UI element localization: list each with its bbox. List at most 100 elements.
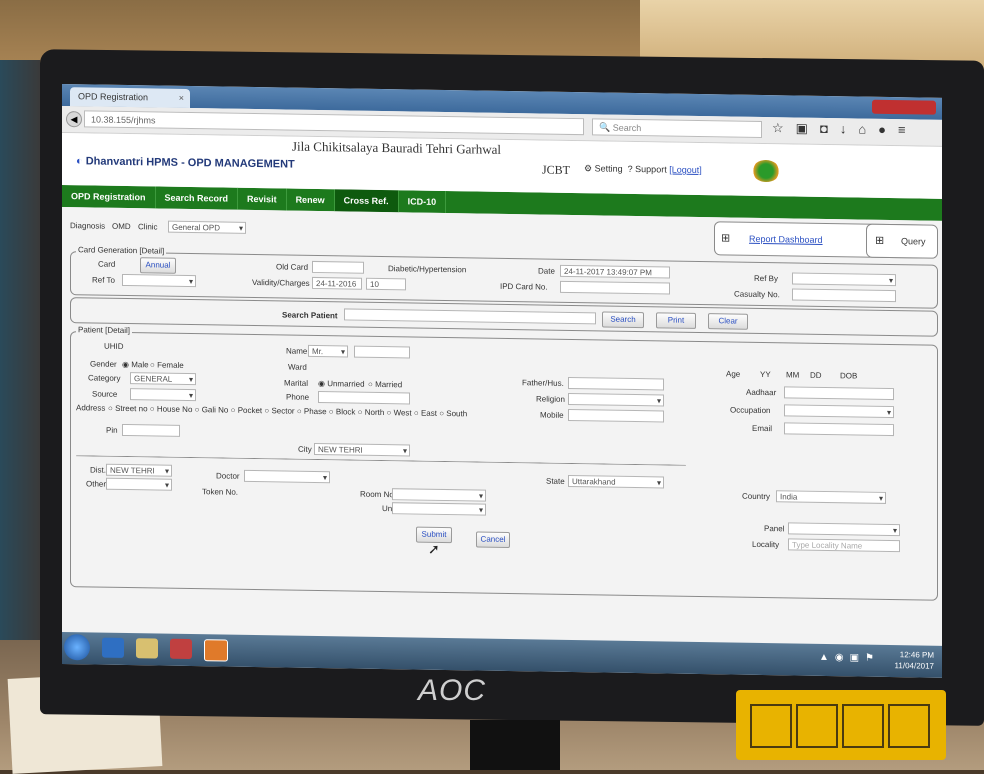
browser-tab[interactable]: OPD Registration × bbox=[70, 87, 190, 109]
note-icon bbox=[750, 704, 792, 748]
city-select[interactable]: NEW TEHRI bbox=[314, 442, 410, 457]
other-label: Other bbox=[86, 479, 107, 489]
ie-icon[interactable] bbox=[102, 637, 124, 658]
address-option[interactable]: ○ Pocket bbox=[231, 406, 263, 415]
pocket-icon[interactable]: ◘ bbox=[820, 121, 840, 136]
address-option[interactable]: ○ Street no bbox=[108, 404, 148, 414]
system-tray[interactable]: ▲◉▣⚑ bbox=[819, 652, 880, 664]
taskbar-clock[interactable]: 12:46 PM 11/04/2017 bbox=[895, 649, 934, 672]
address-option[interactable]: ○ East bbox=[414, 409, 437, 418]
folder-icon[interactable] bbox=[136, 638, 158, 659]
nav-revisit[interactable]: Revisit bbox=[238, 187, 287, 211]
aadhaar-input[interactable] bbox=[784, 386, 894, 401]
nav-search-record[interactable]: Search Record bbox=[155, 186, 239, 210]
name-title-select[interactable]: Mr. bbox=[308, 344, 348, 358]
mobile-input[interactable] bbox=[568, 408, 664, 423]
pin-label: Pin bbox=[106, 425, 118, 435]
nav-icd-10[interactable]: ICD-10 bbox=[398, 190, 447, 214]
diabetic-label: Diabetic/Hypertension bbox=[388, 264, 467, 275]
tab-close-icon[interactable]: × bbox=[179, 89, 184, 108]
profile-icon[interactable]: ● bbox=[878, 122, 898, 137]
address-option-label: Phase bbox=[303, 406, 327, 417]
cancel-button[interactable]: Cancel bbox=[476, 531, 510, 549]
state-select[interactable]: Uttarakhand bbox=[568, 474, 664, 489]
dist-label: Dist. bbox=[90, 465, 106, 475]
marital-married-radio[interactable]: ○ Married bbox=[368, 380, 402, 390]
clinic-select[interactable]: General OPD bbox=[168, 220, 246, 234]
address-option[interactable]: ○ South bbox=[439, 409, 467, 418]
report-dashboard-link[interactable]: Report Dashboard bbox=[749, 234, 823, 245]
casualty-input[interactable] bbox=[792, 288, 896, 303]
occupation-select[interactable] bbox=[784, 404, 894, 419]
form-content: Diagnosis OMD Clinic General OPD ⊞ Repor… bbox=[62, 207, 942, 659]
pin-input[interactable] bbox=[122, 423, 180, 437]
ref-to-select[interactable] bbox=[122, 273, 196, 288]
query-link[interactable]: Query bbox=[901, 236, 926, 246]
doctor-select[interactable] bbox=[244, 469, 330, 484]
address-option[interactable]: ○ North bbox=[358, 408, 385, 417]
monitor-screen: OPD Registration × ◀ 10.38.155/rjhms 🔍 S… bbox=[62, 84, 942, 678]
download-icon[interactable]: ↓ bbox=[840, 121, 859, 136]
phone-label: Phone bbox=[286, 392, 310, 402]
annual-button[interactable]: Annual bbox=[140, 257, 176, 274]
other-select[interactable] bbox=[106, 477, 172, 491]
back-icon[interactable]: ◀ bbox=[66, 111, 82, 128]
locality-input[interactable]: Type Locality Name bbox=[788, 538, 900, 553]
bookmark-icon[interactable]: ▣ bbox=[796, 121, 820, 136]
old-card-input[interactable] bbox=[312, 260, 364, 274]
setting-link[interactable]: Setting bbox=[595, 163, 623, 173]
room-select[interactable] bbox=[392, 488, 486, 502]
father-input[interactable] bbox=[568, 376, 664, 391]
clear-button[interactable]: Clear bbox=[708, 313, 748, 330]
support-label: Support bbox=[635, 164, 667, 175]
toolbar-icons[interactable]: ☆▣◘↓⌂●≡ bbox=[772, 120, 918, 138]
address-option[interactable]: ○ Sector bbox=[264, 406, 294, 415]
logout-link[interactable]: [Logout] bbox=[669, 165, 702, 176]
browser-search-input[interactable]: 🔍 Search bbox=[592, 118, 762, 138]
source-select[interactable] bbox=[130, 388, 196, 402]
url-field[interactable]: 10.38.155/rjhms bbox=[84, 110, 584, 136]
charges-input: 10 bbox=[366, 277, 406, 291]
app-icon[interactable] bbox=[170, 638, 192, 660]
dist-select[interactable]: NEW TEHRI bbox=[106, 463, 172, 477]
ipd-card-label: IPD Card No. bbox=[500, 281, 548, 292]
firefox-icon[interactable] bbox=[204, 639, 228, 662]
start-button[interactable] bbox=[64, 634, 90, 661]
print-button[interactable]: Print bbox=[656, 312, 696, 329]
address-option[interactable]: ○ Block bbox=[329, 407, 356, 416]
address-option-label: House No bbox=[156, 404, 193, 415]
category-select[interactable]: GENERAL bbox=[130, 372, 196, 386]
ref-to-label: Ref To bbox=[92, 275, 115, 285]
nav-opd-registration[interactable]: OPD Registration bbox=[62, 185, 156, 209]
window-controls[interactable] bbox=[872, 99, 936, 115]
panel-select[interactable] bbox=[788, 522, 900, 537]
email-input[interactable] bbox=[784, 422, 894, 437]
gender-label: Gender bbox=[90, 359, 117, 369]
address-option[interactable]: ○ House No bbox=[150, 404, 193, 414]
unit-select[interactable] bbox=[392, 502, 486, 516]
address-option-label: Sector bbox=[271, 406, 295, 416]
nav-cross-ref[interactable]: Cross Ref. bbox=[334, 189, 399, 213]
date-input: 24-11-2017 13:49:07 PM bbox=[560, 264, 670, 279]
search-patient-label: Search Patient bbox=[282, 310, 338, 321]
name-label: Name bbox=[286, 346, 308, 356]
gender-female-radio[interactable]: ○ Female bbox=[150, 360, 184, 370]
ipd-card-input[interactable] bbox=[560, 280, 670, 295]
address-option[interactable]: ○ Phase bbox=[297, 407, 327, 416]
nav-renew[interactable]: Renew bbox=[286, 188, 335, 212]
menu-icon[interactable]: ≡ bbox=[898, 122, 918, 137]
query-panel: ⊞ Query bbox=[866, 223, 938, 259]
address-option[interactable]: ○ West bbox=[387, 408, 412, 417]
marital-unmarried-radio[interactable]: ◉ Unmarried bbox=[318, 379, 365, 389]
religion-select[interactable] bbox=[568, 392, 664, 407]
address-option[interactable]: ○ Gali No bbox=[195, 405, 229, 415]
search-button[interactable]: Search bbox=[602, 311, 644, 329]
home-icon[interactable]: ⌂ bbox=[858, 122, 878, 137]
ref-by-select[interactable] bbox=[792, 272, 896, 287]
gender-male-radio[interactable]: ◉ Male bbox=[122, 360, 149, 369]
country-select[interactable]: India bbox=[776, 490, 886, 504]
star-icon[interactable]: ☆ bbox=[772, 120, 796, 135]
phone-input[interactable] bbox=[318, 391, 410, 405]
mouse-cursor-icon: ➚ bbox=[428, 540, 440, 557]
name-input[interactable] bbox=[354, 345, 410, 359]
